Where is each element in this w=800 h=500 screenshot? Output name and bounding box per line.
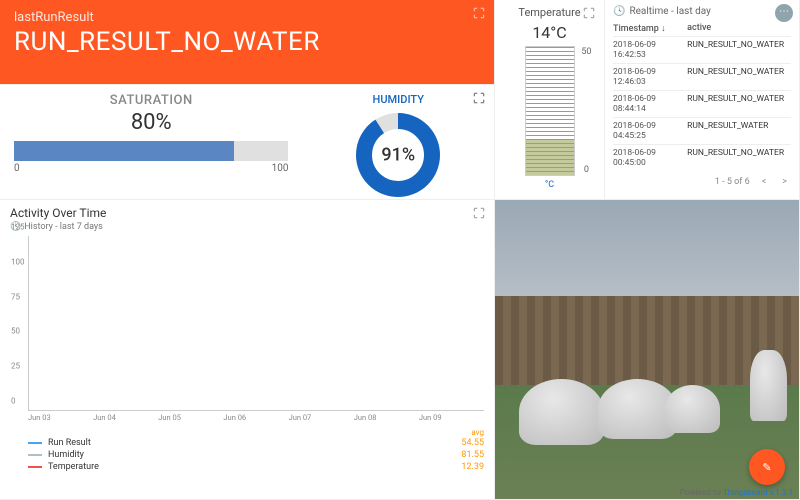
table-row[interactable]: 2018-06-0900:45:00RUN_RESULT_NO_WATER [613,144,791,171]
temperature-card: Temperature 14°C 500 °C [495,0,605,200]
realtime-card: ⋯ 🕓 Realtime - last day Timestamp ↓ acti… [605,0,800,200]
photo-card: ✎ Powered by Thingsboard v.1.3.1 [495,200,800,500]
expand-icon[interactable] [472,206,486,220]
pencil-icon: ✎ [762,461,771,474]
legend: avg Run Result54.55Humidity81.55Temperat… [28,428,484,473]
table-row[interactable]: 2018-06-0908:44:14RUN_RESULT_NO_WATER [613,90,791,117]
realtime-header: 🕓 Realtime - last day [613,6,791,17]
last-run-banner: lastRunResult RUN_RESULT_NO_WATER [0,0,495,85]
pager: 1 - 5 of 6 < > [613,175,791,189]
banner-sub: lastRunResult [14,10,480,25]
thingsboard-link[interactable]: Thingsboard v.1.3.1 [723,488,793,497]
menu-icon[interactable]: ⋯ [775,4,793,22]
humidity-title: HUMIDITY [312,93,484,106]
temperature-value: 14°C [503,23,596,42]
humidity-donut: 91% [353,110,443,200]
table-row[interactable]: 2018-06-0912:46:03RUN_RESULT_NO_WATER [613,63,791,90]
sort-down-icon[interactable]: ↓ [661,24,666,34]
banner-main: RUN_RESULT_NO_WATER [14,27,480,57]
footer: Powered by Thingsboard v.1.3.1 [680,488,793,497]
clock-icon: 🕓 [613,6,625,17]
expand-icon[interactable] [472,91,486,105]
thermometer: 500 [525,46,575,176]
humidity-card: HUMIDITY 91% [302,85,494,199]
edit-fab[interactable]: ✎ [749,449,785,485]
table-row[interactable]: 2018-06-0916:42:53RUN_RESULT_NO_WATER [613,36,791,63]
saturation-value: 80% [14,110,288,135]
activity-card: Activity Over Time 🕓History - last 7 day… [0,200,495,500]
table-row[interactable]: 2018-06-0904:45:25RUN_RESULT_WATER [613,117,791,144]
expand-icon[interactable] [472,6,486,20]
prev-page-button[interactable]: < [758,175,771,189]
activity-chart: 0255075100125 [28,236,484,411]
next-page-button[interactable]: > [778,175,791,189]
legend-item: Humidity81.55 [28,449,484,461]
humidity-value: 91% [381,145,415,166]
expand-icon[interactable] [582,6,596,20]
legend-item: Run Result54.55 [28,437,484,449]
saturation-card: SATURATION 80% 0100 [0,85,302,199]
legend-item: Temperature12.39 [28,461,484,473]
activity-title: Activity Over Time [10,206,484,220]
saturation-title: SATURATION [14,93,288,108]
temperature-unit: °C [503,180,596,190]
saturation-bar [14,141,288,161]
